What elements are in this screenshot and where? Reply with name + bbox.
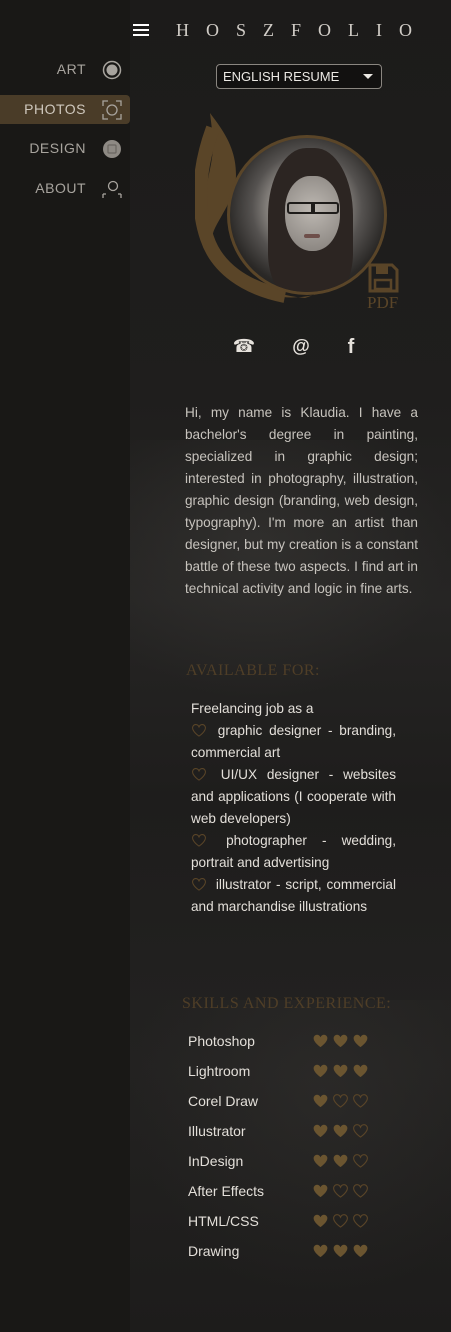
nav-item-label: DESIGN [29, 140, 86, 156]
heart-filled-icon [333, 1244, 348, 1258]
skill-name: Corel Draw [188, 1093, 259, 1109]
chevron-down-icon [363, 74, 373, 79]
nav-item-label: ABOUT [35, 180, 86, 196]
skill-name: InDesign [188, 1153, 244, 1169]
heart-filled-icon [333, 1124, 348, 1138]
heart-outline-icon [333, 1184, 348, 1198]
heart-outline-icon [192, 878, 206, 891]
skill-rating [312, 1123, 372, 1141]
skill-rating [312, 1033, 372, 1051]
phone-icon[interactable]: ☎ [232, 336, 256, 360]
skill-rating [312, 1093, 372, 1111]
skill-name: HTML/CSS [188, 1213, 259, 1229]
heart-filled-icon [353, 1244, 368, 1258]
heart-outline-icon [333, 1214, 348, 1228]
skill-row: After Effects [188, 1180, 388, 1210]
skill-rating [312, 1243, 372, 1261]
heart-filled-icon [313, 1154, 328, 1168]
skill-row: Drawing [188, 1240, 388, 1270]
menu-icon[interactable] [133, 24, 149, 37]
list-item: illustrator - script, commercial and mar… [191, 877, 397, 914]
heart-filled-icon [353, 1034, 368, 1048]
heart-outline-icon [192, 724, 206, 737]
facebook-icon[interactable]: f [339, 336, 363, 360]
available-intro: Freelancing job as a [191, 701, 314, 716]
skill-row: Corel Draw [188, 1090, 388, 1120]
skill-rating [312, 1153, 372, 1171]
site-brand[interactable]: HOSZFOLIO [176, 20, 426, 41]
heart-filled-icon [313, 1124, 328, 1138]
heart-filled-icon [333, 1064, 348, 1078]
available-list: Freelancing job as a graphic designer - … [191, 698, 396, 918]
skill-row: InDesign [188, 1150, 388, 1180]
list-item: photographer - wedding, portrait and adv… [191, 833, 396, 870]
save-icon[interactable] [367, 262, 399, 294]
heart-filled-icon [313, 1244, 328, 1258]
heart-outline-icon [353, 1154, 368, 1168]
skill-row: Lightroom [188, 1060, 388, 1090]
heart-outline-icon [192, 834, 206, 847]
skill-rating [312, 1063, 372, 1081]
nav-item-about[interactable]: ABOUT [0, 174, 130, 203]
heart-filled-icon [313, 1184, 328, 1198]
nav-item-art[interactable]: ART [0, 55, 130, 84]
person-icon [102, 180, 122, 198]
skill-name: After Effects [188, 1183, 264, 1199]
heart-outline-icon [192, 768, 206, 781]
heart-filled-icon [313, 1034, 328, 1048]
skill-row: HTML/CSS [188, 1210, 388, 1240]
skill-rating [312, 1183, 372, 1201]
resume-language-select[interactable]: ENGLISH RESUME [216, 64, 382, 89]
heart-filled-icon [333, 1154, 348, 1168]
heart-outline-icon [333, 1094, 348, 1108]
heart-filled-icon [313, 1214, 328, 1228]
available-heading: AVAILABLE FOR: [186, 662, 320, 679]
heart-filled-icon [333, 1034, 348, 1048]
skill-name: Drawing [188, 1243, 240, 1259]
art-circle-icon [102, 60, 122, 80]
select-value: ENGLISH RESUME [223, 69, 340, 84]
heart-outline-icon [353, 1094, 368, 1108]
list-item: graphic designer - branding, commercial … [191, 723, 396, 760]
heart-filled-icon [313, 1094, 328, 1108]
bio-text: Hi, my name is Klaudia. I have a bachelo… [185, 405, 418, 596]
skill-name: Lightroom [188, 1063, 251, 1079]
heart-filled-icon [313, 1064, 328, 1078]
heart-outline-icon [353, 1124, 368, 1138]
nav-item-design[interactable]: DESIGN [0, 134, 130, 163]
nav-item-label: PHOTOS [24, 101, 86, 117]
skill-name: Photoshop [188, 1033, 255, 1049]
skills-heading: SKILLS AND EXPERIENCE: [182, 995, 392, 1012]
camera-focus-icon [102, 100, 122, 120]
profile-photo [227, 135, 387, 295]
email-icon[interactable]: @ [289, 336, 313, 360]
skill-row: Photoshop [188, 1030, 388, 1060]
skill-row: Illustrator [188, 1120, 388, 1150]
nav-item-photos[interactable]: PHOTOS [0, 95, 130, 124]
design-icon [103, 140, 121, 158]
nav-item-label: ART [56, 61, 86, 77]
heart-outline-icon [353, 1184, 368, 1198]
skills-list: Photoshop Lightroom Corel Draw Illustrator I… [188, 1030, 388, 1270]
pdf-download-link[interactable]: PDF [367, 293, 398, 313]
heart-filled-icon [353, 1064, 368, 1078]
skill-rating [312, 1213, 372, 1231]
skill-name: Illustrator [188, 1123, 246, 1139]
list-item: UI/UX designer - websites and applicatio… [191, 767, 396, 826]
heart-outline-icon [353, 1214, 368, 1228]
